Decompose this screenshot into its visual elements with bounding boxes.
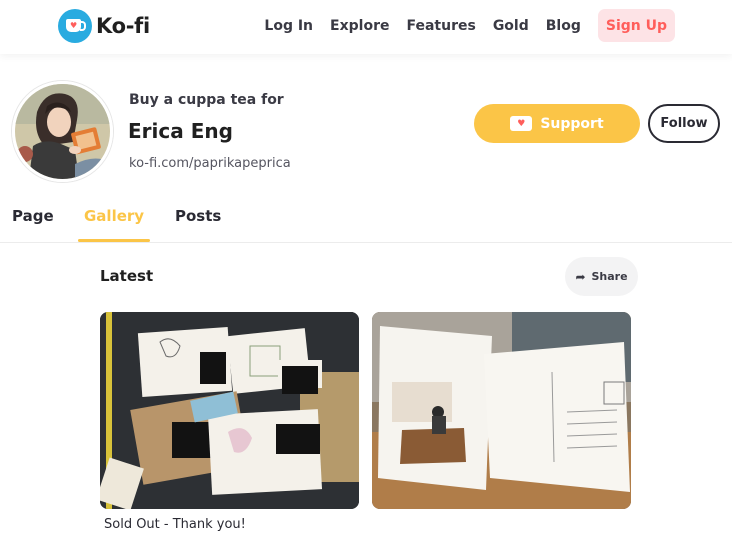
tab-posts[interactable]: Posts [175,207,221,225]
signup-button[interactable]: Sign Up [597,9,675,42]
cup-heart-icon: ♥ [510,116,533,131]
profile-url[interactable]: ko-fi.com/paprikapeprica [129,156,291,171]
share-arrow-icon: ➦ [575,269,586,284]
gallery-item[interactable] [100,312,359,509]
support-tagline: Buy a cuppa tea for [129,92,284,108]
active-tab-indicator [78,239,150,242]
tab-page[interactable]: Page [12,207,54,225]
nav-features[interactable]: Features [406,18,475,34]
top-navigation: ♥ Ko-fi Log In Explore Features Gold Blo… [0,0,732,54]
avatar [12,81,113,182]
follow-button[interactable]: Follow [648,104,720,143]
nav-gold[interactable]: Gold [493,18,529,34]
tab-gallery[interactable]: Gallery [84,207,144,225]
support-button[interactable]: ♥ Support [474,104,640,143]
gallery-caption: Sold Out - Thank you! [104,517,246,532]
ko-fi-logo[interactable]: ♥ Ko-fi [58,9,150,43]
share-label: Share [591,270,628,283]
support-label: Support [540,115,604,132]
ko-fi-cup-icon: ♥ [58,9,92,43]
logo-text: Ko-fi [96,14,150,38]
nav-explore[interactable]: Explore [330,18,389,34]
creator-name: Erica Eng [128,119,233,143]
nav-links: Log In Explore Features Gold Blog Sign U… [247,9,675,42]
profile-tabs: Page Gallery Posts [0,196,732,243]
gallery-item[interactable] [372,312,631,509]
nav-login[interactable]: Log In [264,18,313,34]
nav-blog[interactable]: Blog [546,18,581,34]
share-button[interactable]: ➦ Share [565,257,638,296]
section-title: Latest [100,267,154,285]
